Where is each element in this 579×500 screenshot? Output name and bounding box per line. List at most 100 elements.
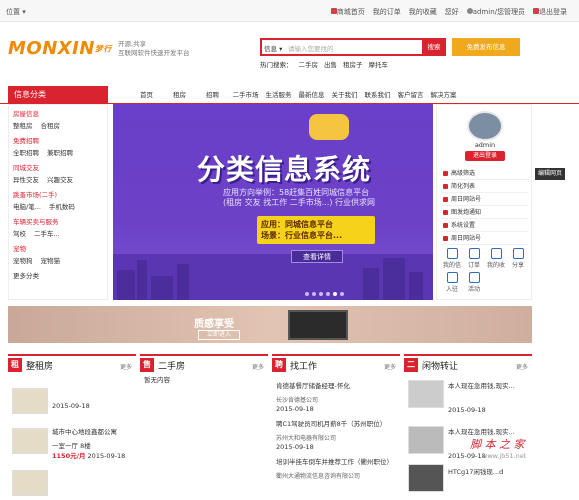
hot-item[interactable]: 出售	[324, 59, 337, 69]
category-title[interactable]: 跳蚤市场(二手)	[13, 189, 107, 199]
panel-title[interactable]: 整租房	[26, 359, 53, 372]
shortcut-favorites[interactable]: 我的收	[485, 247, 507, 269]
more-link[interactable]: 更多	[384, 362, 396, 371]
link-logout[interactable]: 退出登录	[533, 7, 567, 17]
nav-item[interactable]: 联系我们	[361, 89, 394, 99]
subcategory[interactable]: 电脑/笔...	[13, 201, 41, 211]
hot-item[interactable]: 租房子	[343, 59, 363, 69]
job-title[interactable]: 聘C1驾驶员司机月薪8千（苏州职位）	[276, 420, 386, 429]
category-title[interactable]: 同城交友	[13, 162, 107, 172]
job-date: 2015-09-18	[276, 443, 314, 451]
category-title[interactable]: 车辆买卖与服务	[13, 216, 107, 226]
category-title[interactable]: 房屋信息	[13, 108, 107, 118]
subcategory[interactable]: 兴趣交友	[47, 174, 73, 184]
hero-banner[interactable]: 分类信息系统 应用方向举例：58赶集百姓同城信息平台 (租房 交友 找工作 二手…	[113, 104, 433, 300]
subcategory[interactable]: 驾校	[13, 228, 26, 238]
item-thumbnail[interactable]	[408, 426, 444, 454]
link-mall-home[interactable]: 商城首页	[330, 7, 365, 17]
banner-sub-line2: (租房 交友 找工作 二手市场...) 行业供求网	[223, 198, 376, 207]
site-logo[interactable]: MONXIN梦行	[8, 38, 112, 59]
user-menu-item[interactable]: 周日网站号	[441, 232, 529, 245]
category-title[interactable]: 免费招聘	[13, 135, 107, 145]
panel-title[interactable]: 二手房	[158, 359, 185, 372]
subcategory[interactable]: 宠物狗	[13, 255, 33, 265]
link-user[interactable]: admin/您管理员	[466, 7, 525, 17]
shortcut-join[interactable]: 入驻	[441, 271, 463, 293]
logout-button[interactable]: 退出登录	[465, 151, 505, 161]
subcategory[interactable]: 二手车...	[34, 228, 60, 238]
job-title[interactable]: 肯德基餐厅储备经理-怀化	[276, 382, 350, 391]
listing-thumbnail[interactable]	[12, 428, 48, 454]
user-menu-item[interactable]: 周日网站号	[441, 193, 529, 206]
link-my-orders[interactable]: 我的订单	[373, 7, 401, 17]
subcategory[interactable]: 宠物猫	[41, 255, 61, 265]
avatar[interactable]	[467, 111, 503, 141]
user-menu-item[interactable]: 系统设置	[441, 219, 529, 232]
shortcut-share[interactable]: 分享	[507, 247, 529, 269]
more-link[interactable]: 更多	[120, 362, 132, 371]
user-menu: 高级筛选 简化列表 周日网站号 图发炮通知 系统设置 周日网站号	[441, 167, 529, 245]
carousel-dot[interactable]	[319, 292, 323, 296]
subcategory[interactable]: 异性交友	[13, 174, 39, 184]
edit-page-tab[interactable]: 编辑网页	[535, 168, 565, 180]
subcategory[interactable]: 手机数码	[49, 201, 75, 211]
panel-rent: 租整租房 更多 2015-09-18 城市中心地段鑫都公寓 一室一厅 8楼 115…	[8, 354, 136, 500]
nav-item[interactable]: 首页	[130, 89, 163, 99]
info-icon	[446, 248, 458, 259]
shortcut-my-info[interactable]: 我的信	[441, 247, 463, 269]
shortcut-orders[interactable]: 订单	[463, 247, 485, 269]
banner-details-button[interactable]: 查看详情	[291, 250, 343, 263]
listing-thumbnail[interactable]	[12, 470, 48, 496]
subcategory[interactable]: 整租房	[13, 120, 33, 130]
hot-item[interactable]: 摩托车	[369, 59, 389, 69]
publish-button[interactable]: 免费发布信息	[452, 38, 520, 56]
panel-title[interactable]: 找工作	[290, 359, 317, 372]
subcategory[interactable]: 合租房	[41, 120, 61, 130]
nav-item[interactable]: 二手市场	[229, 89, 262, 99]
user-menu-item[interactable]: 简化列表	[441, 180, 529, 193]
search-type-label: 信息	[264, 45, 277, 53]
shortcut-label: 分享	[511, 262, 524, 269]
search-input[interactable]: 请输入您要找的	[288, 43, 334, 53]
more-link[interactable]: 更多	[516, 362, 528, 371]
nav-item[interactable]: 解决方案	[427, 89, 460, 99]
nav-item[interactable]: 生活服务	[262, 89, 295, 99]
nav-item[interactable]: 客户留言	[394, 89, 427, 99]
item-thumbnail[interactable]	[408, 464, 444, 492]
listing-title[interactable]: 城市中心地段鑫都公寓	[52, 428, 117, 437]
location-select[interactable]: 位置 ▾	[6, 7, 26, 17]
nav-item[interactable]: 招聘	[196, 89, 229, 99]
subcategory[interactable]: 兼职招聘	[47, 147, 73, 157]
panel-header: 二闲物转让 更多	[404, 358, 532, 374]
link-my-favorites[interactable]: 我的收藏	[409, 7, 437, 17]
carousel-dot-active[interactable]	[333, 292, 337, 296]
item-thumbnail[interactable]	[408, 380, 444, 408]
category-menu-toggle[interactable]: 信息分类	[8, 86, 108, 104]
listing-thumbnail[interactable]	[12, 388, 48, 414]
nav-item[interactable]: 最新信息	[295, 89, 328, 99]
carousel-dot[interactable]	[340, 292, 344, 296]
panel-title[interactable]: 闲物转让	[422, 359, 458, 372]
hot-item[interactable]: 二手房	[299, 59, 319, 69]
item-title[interactable]: HTCg17闲钱现...d	[448, 468, 503, 477]
more-categories-link[interactable]: 更多分类	[13, 270, 107, 280]
carousel-dot[interactable]	[312, 292, 316, 296]
nav-item[interactable]: 关于我们	[328, 89, 361, 99]
carousel-dot[interactable]	[305, 292, 309, 296]
promo-enter-button[interactable]: 立即进入	[198, 330, 240, 340]
promo-banner[interactable]: 质感享受 立即进入	[8, 306, 532, 343]
job-title[interactable]: 培训半挂车倒车并推荐工作（衢州职位）	[276, 458, 393, 467]
search-type-select[interactable]: 信息 ▾	[264, 43, 282, 53]
nav-item[interactable]: 租房	[163, 89, 196, 99]
listing-date: 2015-09-18	[87, 452, 126, 460]
user-menu-item[interactable]: 图发炮通知	[441, 206, 529, 219]
shortcut-activity[interactable]: 活动	[463, 271, 485, 293]
user-menu-item[interactable]: 高级筛选	[441, 167, 529, 180]
more-link[interactable]: 更多	[252, 362, 264, 371]
subcategory[interactable]: 全职招聘	[13, 147, 39, 157]
search-box: 信息 ▾ 请输入您要找的 搜索	[260, 38, 446, 56]
item-title[interactable]: 本人现在急用钱,现实...	[448, 382, 515, 391]
category-title[interactable]: 宠物	[13, 243, 107, 253]
search-button[interactable]: 搜索	[422, 38, 446, 56]
carousel-dot[interactable]	[326, 292, 330, 296]
